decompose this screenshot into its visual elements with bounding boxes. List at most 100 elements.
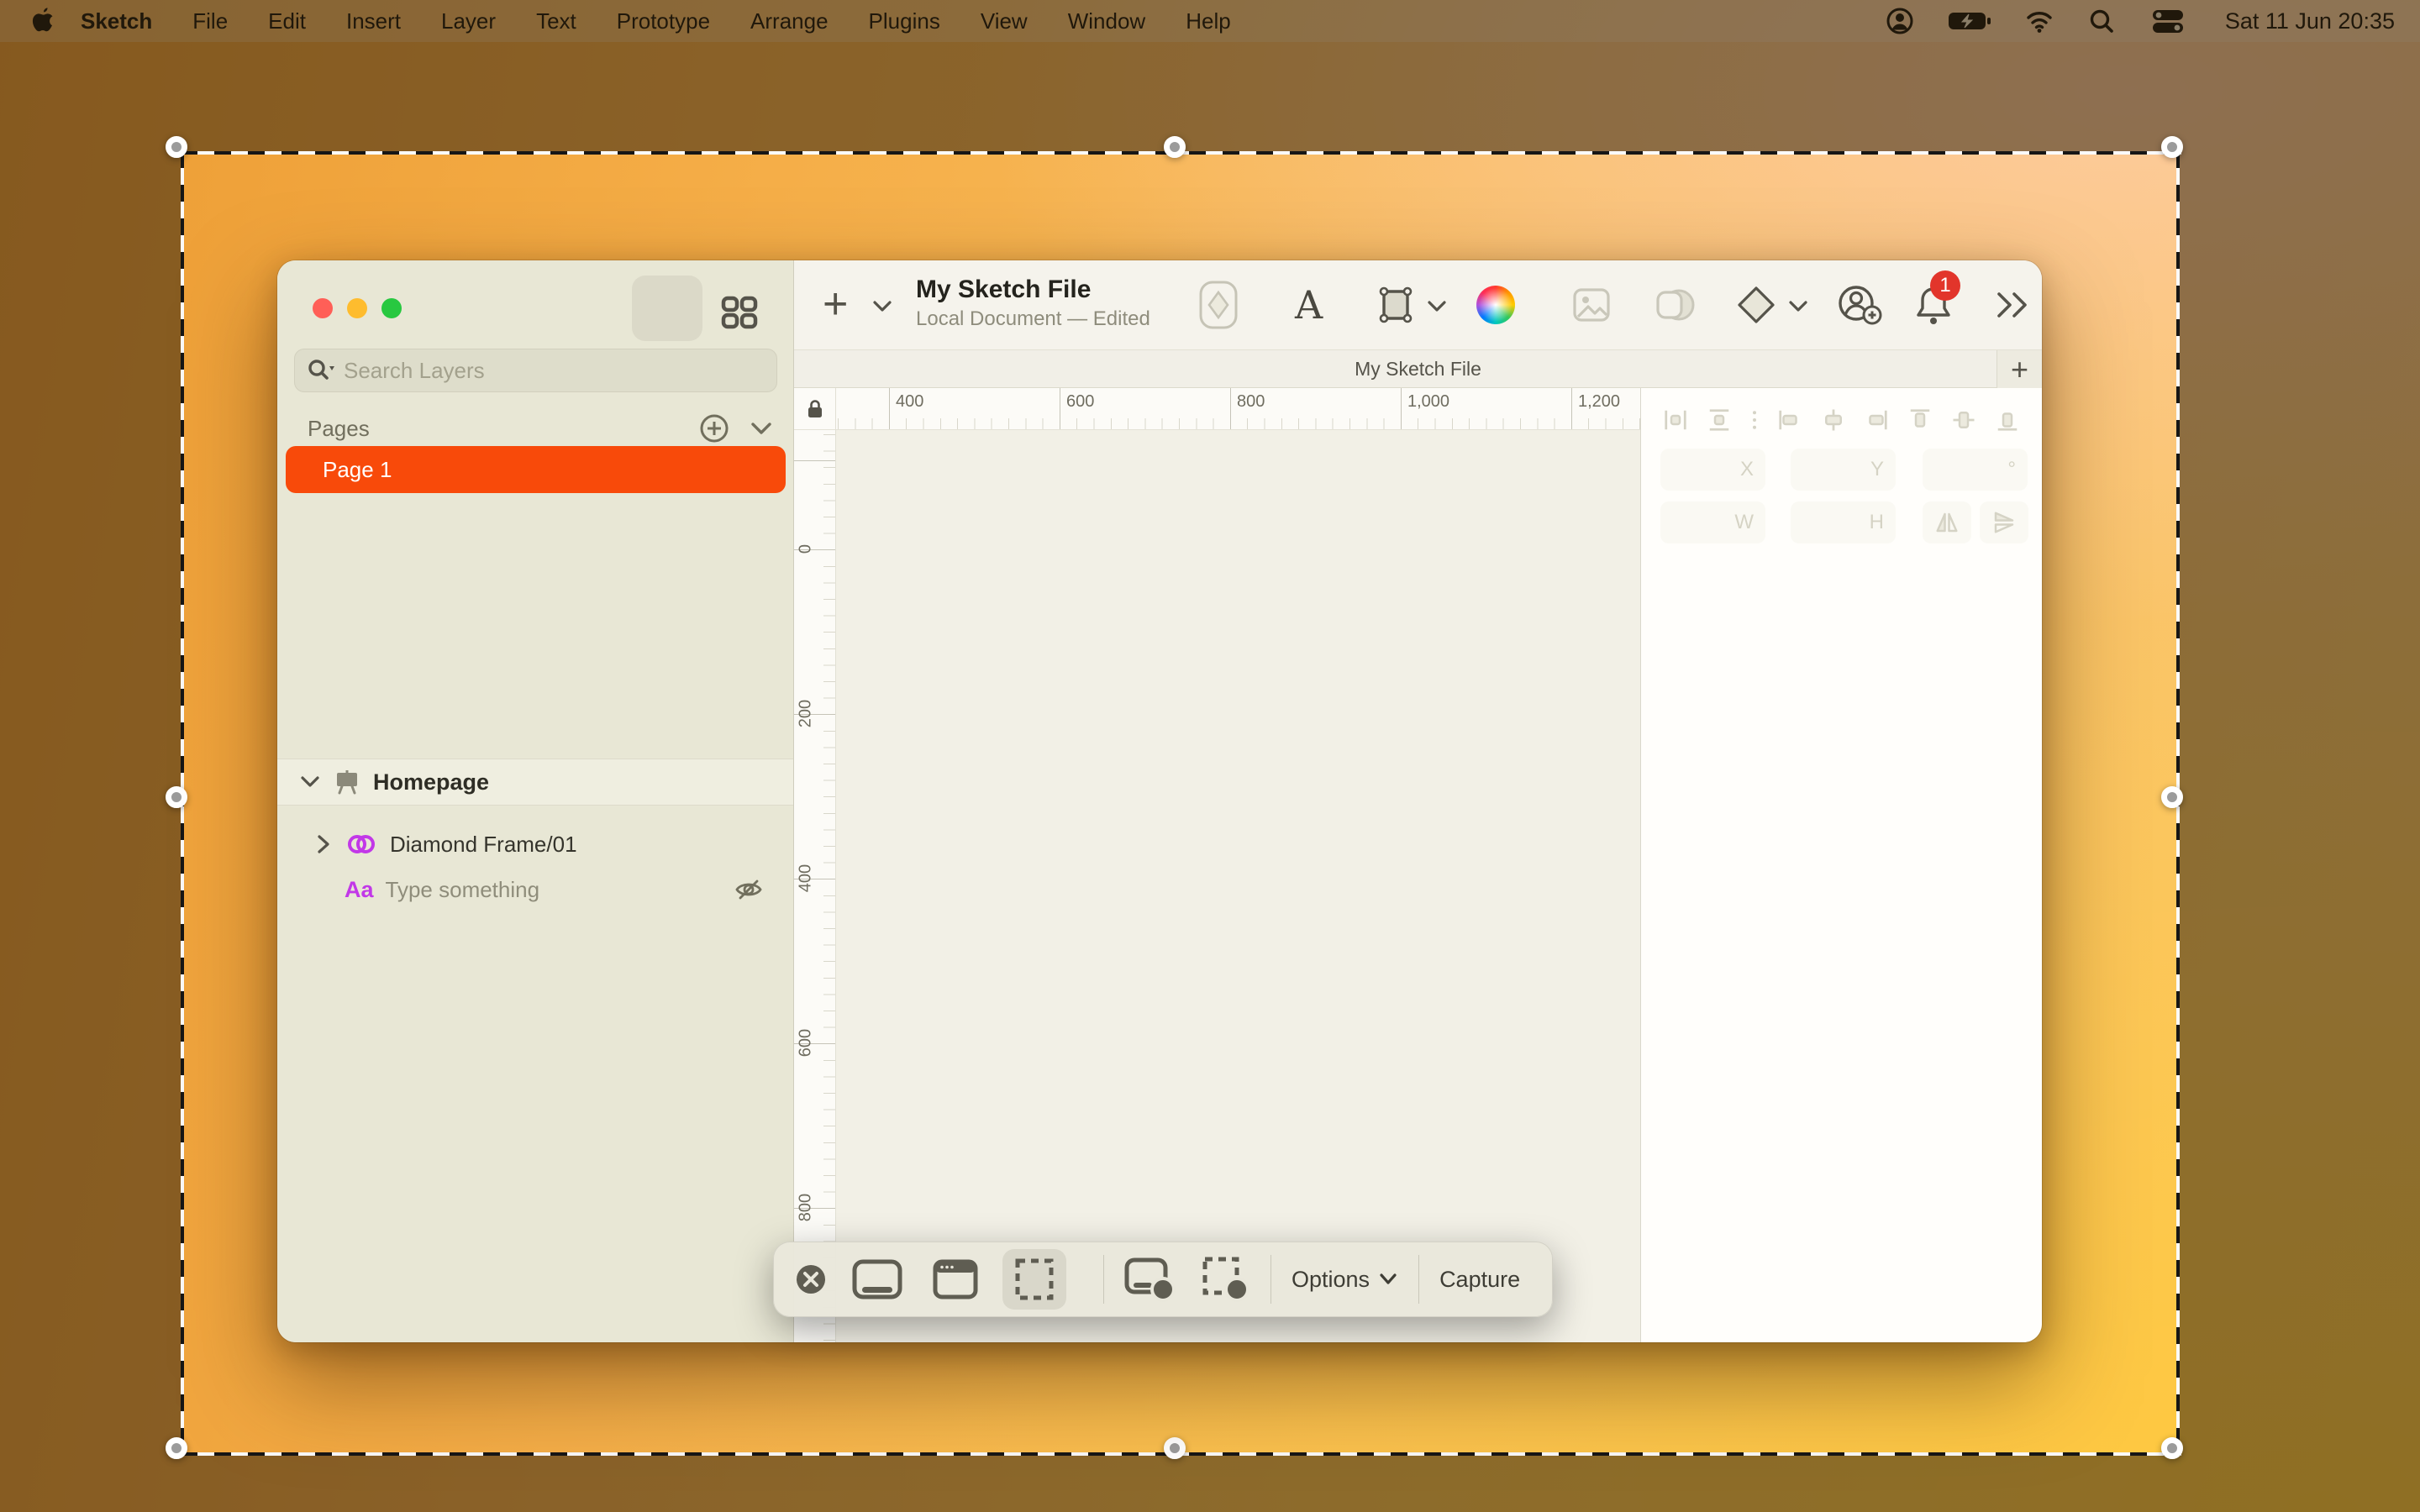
- diamond-icon: [1738, 286, 1775, 323]
- canvas-area: 400 600 800 1,000 1,200 0 200 400 600 80…: [794, 388, 1640, 1342]
- dim-overlay-left: [0, 153, 182, 1454]
- pages-header: Pages: [308, 415, 370, 441]
- rotation-field: °: [1923, 449, 2028, 491]
- horizontal-ruler: 400 600 800 1,000 1,200: [836, 388, 1640, 430]
- new-tab-button[interactable]: +: [1996, 350, 2042, 388]
- sketch-window: Pages Page 1: [277, 260, 2042, 1342]
- text-tool-button[interactable]: A: [1295, 260, 1323, 349]
- lock-icon: [808, 399, 822, 417]
- insert-plus-button[interactable]: +: [823, 281, 848, 328]
- align-left-icon: [1779, 410, 1797, 430]
- alignment-toolbar: [1663, 402, 2020, 438]
- layer-row-symbol[interactable]: Diamond Frame/01: [277, 825, 793, 864]
- ruler-corner[interactable]: [794, 388, 836, 430]
- layer-name: Diamond Frame/01: [390, 831, 577, 857]
- collapse-pages-icon[interactable]: [750, 420, 773, 437]
- dim-overlay-top: [0, 0, 2420, 153]
- selection-handle-bottom-center[interactable]: [1164, 1437, 1186, 1459]
- capture-options-button[interactable]: Options: [1292, 1267, 1398, 1293]
- v-ruler-label: 200: [796, 699, 815, 728]
- capture-entire-screen-icon[interactable]: [851, 1258, 903, 1300]
- selection-handle-right-middle[interactable]: [2161, 786, 2183, 808]
- shape-tool-button: [1196, 260, 1241, 349]
- text-tool-icon: A: [1295, 282, 1323, 328]
- capture-label: Capture: [1439, 1266, 1521, 1292]
- frame-tool-button[interactable]: [1374, 260, 1418, 349]
- h-ruler-label: 1,200: [1578, 392, 1621, 411]
- collaborate-button[interactable]: [1836, 260, 1885, 349]
- layer-list-view-toggle[interactable]: [632, 276, 1042, 341]
- add-collaborator-icon: [1839, 286, 1882, 325]
- capture-window-icon[interactable]: [932, 1258, 979, 1300]
- color-wheel-icon: [1476, 286, 1515, 324]
- artboard-icon: [337, 770, 357, 795]
- color-tool-button[interactable]: [1476, 260, 1515, 349]
- search-layers-input[interactable]: [344, 357, 765, 384]
- window-toolbar: + My Sketch File Local Document — Edited…: [794, 260, 2042, 349]
- chevron-down-icon[interactable]: [299, 774, 321, 790]
- text-layer-icon: Aa: [345, 876, 374, 902]
- flip-vertical-button: [1980, 501, 2028, 543]
- selection-handle-top-center[interactable]: [1164, 136, 1186, 158]
- capture-button[interactable]: Capture: [1439, 1267, 1520, 1293]
- page-list-item-page1[interactable]: Page 1: [286, 446, 786, 493]
- vertical-ruler: 0 200 400 600 800: [794, 430, 836, 1342]
- y-field-label: Y: [1870, 458, 1884, 480]
- record-entire-screen-icon[interactable]: [1124, 1256, 1176, 1303]
- distribute-horizontally-icon: [1665, 410, 1686, 430]
- artboard-row-homepage[interactable]: Homepage: [277, 759, 793, 806]
- close-window-button[interactable]: [313, 298, 333, 318]
- h-ruler-label: 1,000: [1407, 392, 1450, 411]
- align-bottom-icon: [1997, 412, 2018, 431]
- h-ruler-label: 600: [1066, 392, 1095, 411]
- minimize-window-button[interactable]: [347, 298, 367, 318]
- symbol-instance-icon: [348, 835, 375, 853]
- canvas[interactable]: [836, 430, 1640, 1342]
- x-position-field: X: [1660, 449, 1765, 491]
- chevron-right-icon[interactable]: [314, 833, 333, 855]
- y-position-field: Y: [1791, 449, 1896, 491]
- document-tab-bar: My Sketch File +: [794, 349, 2042, 388]
- desktop: Sketch File Edit Insert Layer Text Proto…: [0, 0, 2420, 1512]
- zoom-window-button[interactable]: [381, 298, 402, 318]
- capture-toolbar-divider: [1418, 1255, 1420, 1304]
- artboard-name: Homepage: [373, 769, 490, 795]
- flip-horizontal-button: [1923, 501, 1971, 543]
- frame-tool-icon: [1379, 286, 1413, 323]
- capture-selection-tool-selected[interactable]: [1002, 1249, 1066, 1310]
- sidebar: Pages Page 1: [277, 260, 1042, 1342]
- capture-toolbar-divider: [1103, 1255, 1104, 1304]
- close-capture-icon[interactable]: [794, 1263, 828, 1296]
- dim-overlay-right: [2180, 153, 2420, 1454]
- add-page-icon[interactable]: [697, 412, 731, 445]
- selection-handle-bottom-right[interactable]: [2161, 1437, 2183, 1459]
- search-icon: [308, 360, 334, 380]
- screenshot-capture-toolbar: Options Capture: [773, 1242, 1553, 1317]
- frame-tool-chevron-icon[interactable]: [1426, 299, 1448, 314]
- grid-view-toggle[interactable]: [721, 296, 758, 329]
- content-area: 400 600 800 1,000 1,200 0 200 400 600 80…: [794, 388, 2042, 1342]
- image-tool-button: [1571, 260, 1612, 349]
- hidden-eye-icon[interactable]: [731, 875, 766, 904]
- more-toolbar-button[interactable]: [1994, 260, 2033, 349]
- symbols-button[interactable]: [1735, 260, 1777, 349]
- selection-handle-top-left[interactable]: [166, 136, 187, 158]
- selection-handle-top-right[interactable]: [2161, 136, 2183, 158]
- x-field-label: X: [1739, 458, 1754, 480]
- dim-overlay-bottom: [0, 1454, 2420, 1512]
- insert-chevron-icon[interactable]: [871, 299, 893, 314]
- flip-vertical-icon: [1994, 512, 2014, 533]
- symbols-chevron-icon[interactable]: [1787, 299, 1809, 314]
- page-name: Page 1: [323, 456, 392, 482]
- layer-row-text[interactable]: Aa Type something: [277, 870, 793, 909]
- document-tab[interactable]: My Sketch File: [1355, 358, 1481, 381]
- search-layers-field[interactable]: [294, 349, 777, 392]
- selection-handle-left-middle[interactable]: [166, 786, 187, 808]
- notification-badge: 1: [1930, 270, 1960, 301]
- selection-handle-bottom-left[interactable]: [166, 1437, 187, 1459]
- height-field-label: H: [1869, 511, 1884, 533]
- width-field-label: W: [1734, 511, 1754, 533]
- document-status: Local Document — Edited: [916, 307, 1150, 330]
- notifications-button[interactable]: 1: [1912, 260, 1960, 349]
- record-selection-icon[interactable]: [1202, 1256, 1250, 1303]
